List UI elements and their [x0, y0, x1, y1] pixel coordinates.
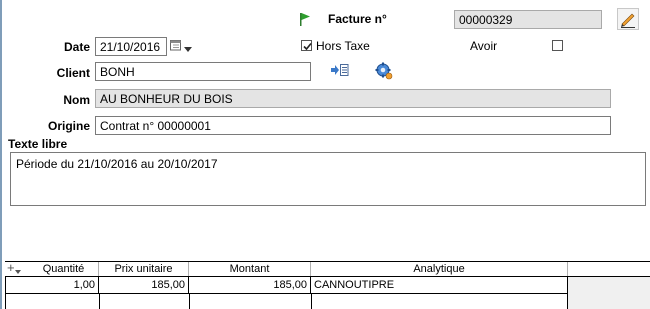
window-left-border: [0, 0, 2, 309]
flag-icon: [298, 12, 312, 29]
table-row-montant[interactable]: 185,00: [189, 277, 311, 294]
table-row-analytique[interactable]: CANNOUTIPRE: [311, 277, 568, 294]
facture-label: Facture n°: [328, 12, 387, 26]
hors-taxe-checkbox[interactable]: [301, 40, 312, 51]
hors-taxe-label: Hors Taxe: [316, 39, 370, 53]
origine-label: Origine: [47, 119, 90, 133]
invoice-lines-table: + Quantité Prix unitaire Montant Analyti…: [5, 261, 650, 309]
avoir-checkbox[interactable]: [552, 40, 563, 51]
table-row-prix-unitaire[interactable]: 185,00: [99, 277, 189, 294]
add-row-icon[interactable]: +: [7, 260, 27, 275]
client-label: Client: [56, 66, 90, 80]
date-input[interactable]: 21/10/2016: [95, 37, 167, 56]
texte-libre-textarea[interactable]: Période du 21/10/2016 au 20/10/2017: [10, 152, 646, 206]
calendar-icon[interactable]: [170, 39, 182, 54]
table-row-empty-area: [568, 277, 650, 309]
edit-pencil-icon[interactable]: [617, 8, 639, 30]
dropdown-arrow-icon[interactable]: [184, 42, 192, 56]
nom-label: Nom: [63, 93, 90, 107]
date-label: Date: [63, 40, 90, 54]
table-col-sep-1: [99, 293, 100, 309]
table-col-sep-2: [189, 293, 190, 309]
texte-libre-label: Texte libre: [8, 137, 68, 151]
column-header-montant[interactable]: Montant: [189, 262, 311, 276]
facture-number-field: 00000329: [454, 10, 602, 29]
avoir-label: Avoir: [470, 39, 498, 53]
client-input[interactable]: BONH: [95, 62, 311, 81]
client-lookup-icon[interactable]: [331, 63, 349, 80]
table-row-border: [5, 293, 568, 294]
nom-field: AU BONHEUR DU BOIS: [95, 89, 611, 108]
client-settings-icon[interactable]: [375, 62, 393, 83]
column-header-quantite[interactable]: Quantité: [29, 262, 99, 276]
table-row-quantite[interactable]: 1,00: [6, 277, 99, 294]
table-col-sep-3: [311, 293, 312, 309]
origine-input[interactable]: Contrat n° 00000001: [95, 116, 611, 135]
column-header-prix-unitaire[interactable]: Prix unitaire: [99, 262, 189, 276]
table-col-sep-4: [567, 293, 568, 309]
add-row-symbol: +: [7, 260, 15, 275]
column-header-analytique[interactable]: Analytique: [311, 262, 568, 276]
